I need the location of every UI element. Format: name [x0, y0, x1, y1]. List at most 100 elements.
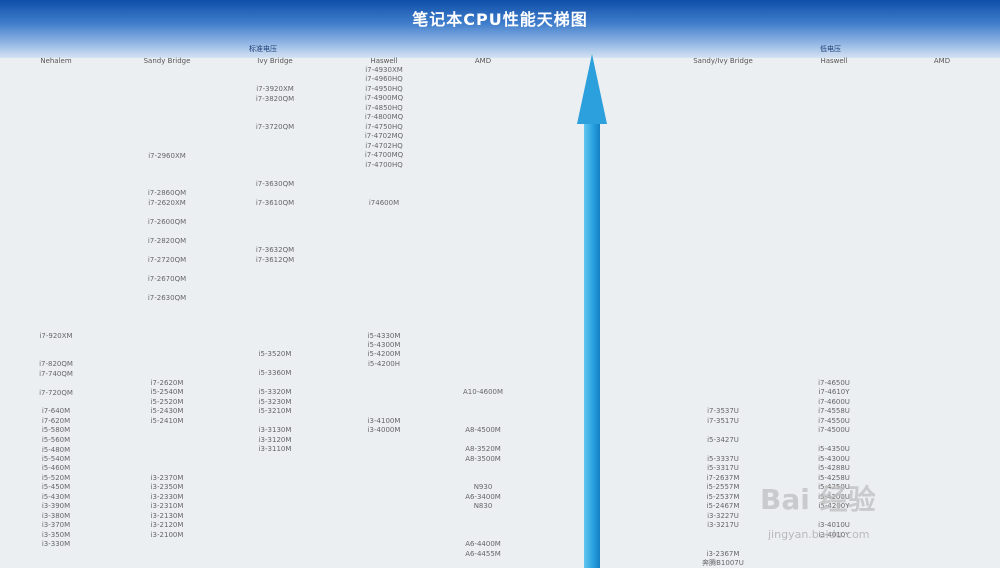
cpu-item: i3-330M: [41, 540, 71, 548]
cpu-item: i7-3517U: [707, 417, 739, 425]
cpu-item: i7-4700MQ: [364, 151, 404, 159]
cpu-item: i5-540M: [41, 455, 71, 463]
cpu-item: i3-2330M: [150, 493, 184, 501]
cpu-item: i7-4550U: [818, 417, 850, 425]
cpu-item: i5-3337U: [707, 455, 739, 463]
cpu-item: i3-2367M: [706, 550, 740, 558]
cpu-item: i3-2100M: [150, 531, 184, 539]
cpu-item: i3-2120M: [150, 521, 184, 529]
watermark-brand: Bai 经验: [760, 483, 876, 516]
group-label-standard-voltage: 标准电压: [249, 45, 277, 53]
cpu-item: i5-4288U: [818, 464, 850, 472]
cpu-item: i5-2410M: [150, 417, 184, 425]
cpu-item: i5-430M: [41, 493, 71, 501]
cpu-item: i3-390M: [41, 502, 71, 510]
cpu-item: i7-4900MQ: [364, 94, 404, 102]
column-header-lv-amd: AMD: [933, 57, 951, 65]
cpu-item: N830: [473, 502, 493, 510]
watermark: Bai 经验 jingyan.baidu.com: [760, 478, 876, 541]
cpu-item: i7-4650U: [818, 379, 850, 387]
cpu-item: i7-4702HQ: [365, 142, 403, 150]
cpu-item: A8-4500M: [465, 426, 501, 434]
cpu-item: N930: [473, 483, 493, 491]
cpu-item: i7-620M: [41, 417, 71, 425]
cpu-item: i5-460M: [41, 464, 71, 472]
cpu-item: i7-740QM: [39, 370, 73, 378]
cpu-item: i5-3360M: [258, 369, 292, 377]
cpu-item: i7-820QM: [39, 360, 73, 368]
cpu-item: i5-520M: [41, 474, 71, 482]
cpu-item: i3-370M: [41, 521, 71, 529]
cpu-item: i7-2720QM: [147, 256, 187, 264]
cpu-item: i3-350M: [41, 531, 71, 539]
cpu-item: i7-720QM: [39, 389, 73, 397]
cpu-item: i3-3130M: [258, 426, 292, 434]
cpu-item: i3-3120M: [258, 436, 292, 444]
page-title: 笔记本CPU性能天梯图: [412, 10, 588, 29]
cpu-item: A10-4600M: [462, 388, 504, 396]
cpu-item: i7-2820QM: [147, 237, 187, 245]
cpu-item: i5-3230M: [258, 398, 292, 406]
cpu-item: i7-2860QM: [147, 189, 187, 197]
cpu-item: i7-4950HQ: [365, 85, 403, 93]
cpu-item: i5-4350U: [818, 445, 850, 453]
header-banner: 笔记本CPU性能天梯图 标准电压 低电压: [0, 0, 1000, 58]
cpu-item: i3-3227U: [707, 512, 739, 520]
cpu-item: 奔腾B1007U: [702, 559, 744, 567]
cpu-item: i5-480M: [41, 446, 71, 454]
watermark-url: jingyan.baidu.com: [768, 528, 870, 541]
cpu-item: i7-4700HQ: [365, 161, 403, 169]
cpu-item: i5-2520M: [150, 398, 184, 406]
cpu-item: A6-4400M: [465, 540, 501, 548]
cpu-item: i3-3217U: [707, 521, 739, 529]
cpu-item: i7-3612QM: [255, 256, 295, 264]
column-header-sandy-bridge: Sandy Bridge: [143, 57, 191, 65]
cpu-item: i7-3720QM: [255, 123, 295, 131]
cpu-item: i3-2310M: [150, 502, 184, 510]
cpu-item: i7-3820QM: [255, 95, 295, 103]
cpu-item: i7-3920XM: [256, 85, 294, 93]
column-header-nehalem: Nehalem: [40, 57, 72, 65]
cpu-item: i7-4930XM: [365, 66, 403, 74]
cpu-item: i5-4300U: [818, 455, 850, 463]
performance-arrow-head: [577, 54, 607, 124]
cpu-item: A8-3500M: [465, 455, 501, 463]
cpu-item: i5-3317U: [707, 464, 739, 472]
cpu-item: i7-3537U: [707, 407, 739, 415]
cpu-item: i5-4330M: [367, 332, 401, 340]
cpu-item: i3-4100M: [367, 417, 401, 425]
cpu-item: i5-2537M: [706, 493, 740, 501]
cpu-item: i5-3520M: [258, 350, 292, 358]
cpu-item: i7-3610QM: [255, 199, 295, 207]
column-header-haswell: Haswell: [370, 57, 398, 65]
performance-arrow-shaft: [584, 120, 600, 568]
cpu-item: i7-3632QM: [255, 246, 295, 254]
cpu-item: i5-2467M: [706, 502, 740, 510]
cpu-item: i5-4300M: [367, 341, 401, 349]
cpu-item: i7-4600U: [818, 398, 850, 406]
cpu-item: i5-2540M: [150, 388, 184, 396]
cpu-item: i3-3110M: [258, 445, 292, 453]
column-header-amd: AMD: [474, 57, 492, 65]
cpu-item: i7-4702MQ: [364, 132, 404, 140]
cpu-item: i5-580M: [41, 426, 71, 434]
cpu-item: A8-3520M: [465, 445, 501, 453]
cpu-item: i7-4558U: [818, 407, 850, 415]
cpu-item: i7-4500U: [818, 426, 850, 434]
cpu-item: i5-560M: [41, 436, 71, 444]
cpu-item: i5-3427U: [707, 436, 739, 444]
cpu-item: i5-3320M: [258, 388, 292, 396]
cpu-item: i7-2630QM: [147, 294, 187, 302]
column-header-ivy-bridge: Ivy Bridge: [257, 57, 293, 65]
cpu-item: i7-2670QM: [147, 275, 187, 283]
cpu-item: i7-2620M: [150, 379, 184, 387]
column-header-lv-sandy-ivy: Sandy/Ivy Bridge: [693, 57, 753, 65]
cpu-item: i3-380M: [41, 512, 71, 520]
cpu-item: i3-2370M: [150, 474, 184, 482]
cpu-item: i3-2350M: [150, 483, 184, 491]
group-label-low-voltage: 低电压: [820, 45, 841, 53]
cpu-item: i3-4000M: [367, 426, 401, 434]
cpu-item: i3-2130M: [150, 512, 184, 520]
cpu-item: A6-4455M: [465, 550, 501, 558]
cpu-item: i7-2600QM: [147, 218, 187, 226]
